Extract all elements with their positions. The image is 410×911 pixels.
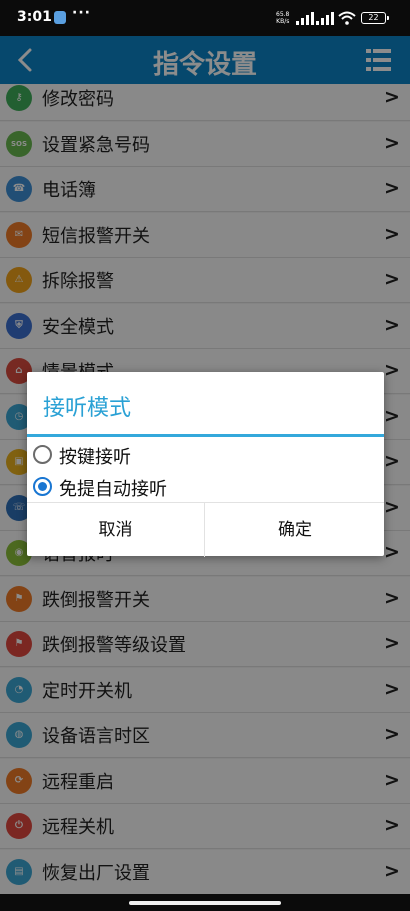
status-time: 3:01 xyxy=(17,9,52,25)
wifi-icon xyxy=(338,11,356,25)
dialog-divider xyxy=(27,434,384,437)
radio-button[interactable] xyxy=(33,477,52,496)
radio-button[interactable] xyxy=(33,445,52,464)
answer-mode-dialog: 接听模式 按键接听 免提自动接听 取消 确定 xyxy=(27,372,384,557)
option-key-answer[interactable]: 按键接听 xyxy=(33,440,373,470)
navigation-bar xyxy=(0,894,410,911)
network-speed-unit: KB/s xyxy=(276,18,290,25)
option-auto-answer[interactable]: 免提自动接听 xyxy=(33,472,373,502)
signal-icon-2 xyxy=(316,12,334,25)
dialog-title: 接听模式 xyxy=(43,396,132,421)
cancel-button[interactable]: 取消 xyxy=(27,503,205,557)
option-label: 按键接听 xyxy=(59,447,131,468)
dialog-buttons: 取消 确定 xyxy=(27,502,384,557)
battery-icon: 22 xyxy=(361,12,389,24)
network-speed-value: 65.8 xyxy=(276,11,290,18)
notification-app-icon xyxy=(54,11,66,24)
status-bar: 3:01 ··· 65.8 KB/s 22 xyxy=(0,0,410,36)
signal-icon xyxy=(296,12,314,25)
network-speed: 65.8 KB/s xyxy=(276,11,289,25)
option-label: 免提自动接听 xyxy=(59,479,167,500)
confirm-button[interactable]: 确定 xyxy=(206,503,384,557)
notification-more-icon: ··· xyxy=(72,5,91,21)
home-indicator[interactable] xyxy=(129,901,281,905)
